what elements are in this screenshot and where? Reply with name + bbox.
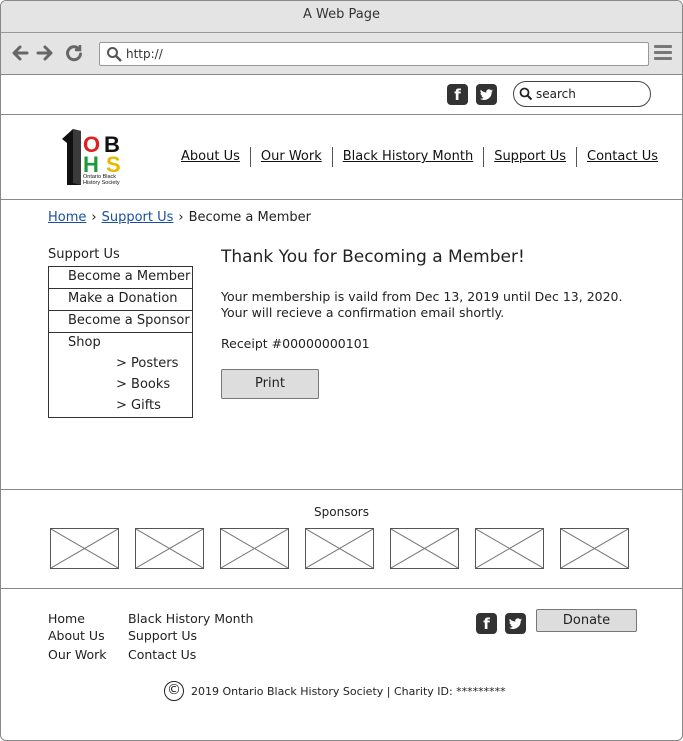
nav-about-us[interactable]: About Us — [171, 147, 250, 167]
breadcrumb-support-us[interactable]: Support Us — [102, 210, 174, 225]
twitter-icon[interactable] — [505, 613, 526, 634]
forward-arrow-icon[interactable] — [35, 43, 55, 63]
site-logo[interactable]: O B H S Ontario Black History Society — [59, 127, 131, 187]
nav-contact-us[interactable]: Contact Us — [576, 147, 658, 167]
site-footer: Home About Us Our Work Black History Mon… — [1, 589, 682, 740]
sponsor-logo-placeholder-icon[interactable] — [50, 528, 119, 569]
footer-link-support-us[interactable]: Support Us — [128, 628, 197, 643]
sponsor-logo-placeholder-icon[interactable] — [390, 528, 459, 569]
svg-text:History Society: History Society — [83, 180, 120, 186]
browser-window: A Web Page http:// f search O B H S Onta… — [0, 0, 683, 741]
sidebar-item-books[interactable]: > Books — [49, 374, 192, 395]
search-field[interactable]: search — [513, 81, 651, 107]
sidebar-item-become-member[interactable]: Become a Member — [49, 267, 192, 289]
main-nav: About Us Our Work Black History Month Su… — [171, 147, 658, 167]
reload-icon[interactable] — [64, 43, 84, 63]
footer-link-black-history-month[interactable]: Black History Month — [128, 611, 253, 626]
sponsor-logo-placeholder-icon[interactable] — [305, 528, 374, 569]
address-bar: http:// — [1, 33, 682, 75]
breadcrumb-separator-icon: › — [178, 210, 184, 225]
copyright-icon: © — [164, 681, 184, 701]
nav-black-history-month[interactable]: Black History Month — [331, 147, 483, 167]
facebook-icon[interactable]: f — [476, 613, 497, 634]
hamburger-menu-icon[interactable] — [654, 45, 672, 61]
nav-our-work[interactable]: Our Work — [249, 147, 332, 167]
search-placeholder: search — [536, 87, 576, 101]
url-field[interactable]: http:// — [99, 42, 649, 66]
nav-support-us[interactable]: Support Us — [483, 147, 576, 167]
page-title: Thank You for Becoming a Member! — [221, 247, 525, 267]
breadcrumb-home[interactable]: Home — [48, 210, 86, 225]
breadcrumb-separator-icon: › — [91, 210, 97, 225]
utility-bar: f search — [1, 75, 682, 115]
sponsor-logo-placeholder-icon[interactable] — [475, 528, 544, 569]
sidebar-item-posters[interactable]: > Posters — [49, 353, 192, 374]
footer-link-contact-us[interactable]: Contact Us — [128, 647, 196, 662]
sponsor-logo-placeholder-icon[interactable] — [560, 528, 629, 569]
sponsors-title: Sponsors — [314, 505, 369, 519]
site-header: O B H S Ontario Black History Society Ab… — [1, 115, 682, 200]
back-arrow-icon[interactable] — [10, 43, 30, 63]
footer-link-about-us[interactable]: About Us — [48, 628, 105, 643]
sponsor-logo-placeholder-icon[interactable] — [135, 528, 204, 569]
breadcrumb-current: Become a Member — [188, 210, 311, 225]
sidebar-item-gifts[interactable]: > Gifts — [49, 395, 192, 416]
url-text: http:// — [126, 47, 163, 61]
sidebar-item-make-donation[interactable]: Make a Donation — [49, 289, 192, 311]
print-button[interactable]: Print — [221, 369, 319, 399]
footer-link-home[interactable]: Home — [48, 611, 85, 626]
sponsor-logo-placeholder-icon[interactable] — [220, 528, 289, 569]
membership-message: Your membership is vaild from Dec 13, 20… — [221, 289, 622, 321]
membership-validity-text: Your membership is vaild from Dec 13, 20… — [221, 289, 623, 304]
sidebar-item-shop[interactable]: Shop — [49, 333, 192, 353]
sidebar-heading: Support Us — [48, 247, 120, 262]
receipt-number: Receipt #00000000101 — [221, 336, 370, 351]
copyright: © 2019 Ontario Black History Society | C… — [164, 681, 506, 701]
window-title: A Web Page — [1, 1, 682, 33]
sponsors-section: Sponsors — [1, 490, 682, 589]
footer-link-our-work[interactable]: Our Work — [48, 647, 107, 662]
search-icon — [107, 47, 122, 62]
breadcrumb: Home › Support Us › Become a Member — [48, 210, 311, 225]
search-icon — [519, 87, 533, 101]
sidebar-item-become-sponsor[interactable]: Become a Sponsor — [49, 311, 192, 333]
main-content: Home › Support Us › Become a Member Support … — [1, 200, 682, 490]
copyright-text: 2019 Ontario Black History Society | Cha… — [191, 684, 506, 698]
facebook-icon[interactable]: f — [447, 84, 468, 105]
sidebar-nav: Become a Member Make a Donation Become a… — [48, 266, 193, 418]
confirmation-text: Your will recieve a confirmation email s… — [221, 305, 505, 320]
twitter-icon[interactable] — [476, 84, 497, 105]
donate-button[interactable]: Donate — [536, 609, 637, 632]
